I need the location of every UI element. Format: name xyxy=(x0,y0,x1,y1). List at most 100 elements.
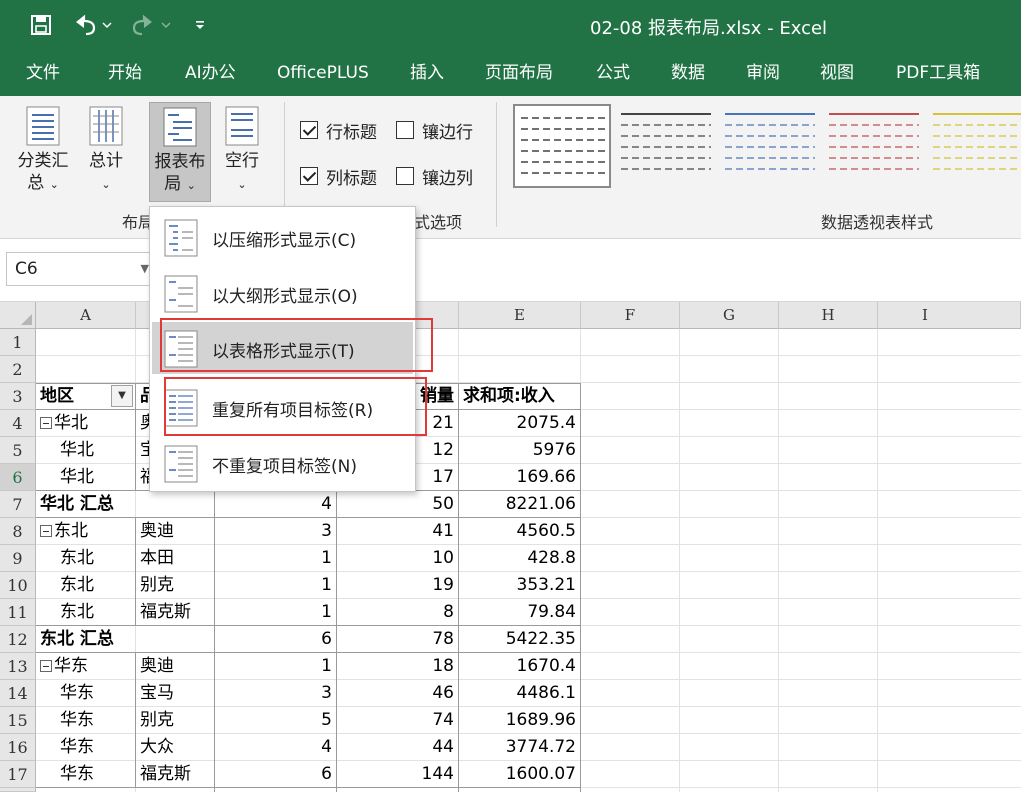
collapse-icon[interactable] xyxy=(40,417,52,429)
row-header-1[interactable]: 1 xyxy=(0,329,36,356)
table-cell[interactable]: 1670.4 xyxy=(459,653,580,680)
row-header-17[interactable]: 17 xyxy=(0,761,36,788)
table-cell[interactable]: 华东 xyxy=(56,761,135,788)
table-cell[interactable]: 奥 xyxy=(136,410,150,437)
row-header-4[interactable]: 4 xyxy=(0,410,36,437)
row-header-8[interactable]: 8 xyxy=(0,518,36,545)
table-cell[interactable]: 华北 xyxy=(36,410,135,437)
table-cell[interactable]: 5422.35 xyxy=(459,626,580,653)
table-cell[interactable]: 3 xyxy=(215,680,336,707)
table-cell[interactable]: 428.8 xyxy=(459,545,580,572)
table-cell[interactable]: 1 xyxy=(215,653,336,680)
row-header-13[interactable]: 13 xyxy=(0,653,36,680)
subtotal-label[interactable]: 华北 汇总 xyxy=(36,491,214,518)
tab-pdf-tools[interactable]: PDF工具箱 xyxy=(896,52,980,96)
tab-formulas[interactable]: 公式 xyxy=(596,52,630,96)
table-cell[interactable]: 东北 xyxy=(56,545,135,572)
blank-rows-button[interactable]: 空行 ⌄ xyxy=(218,102,266,202)
table-cell[interactable]: 奥迪 xyxy=(136,518,214,545)
column-header-g[interactable]: G xyxy=(680,302,779,329)
name-box[interactable]: C6 ▼ xyxy=(6,252,154,286)
table-cell[interactable]: 144 xyxy=(337,761,458,788)
table-cell[interactable]: 华东 xyxy=(56,680,135,707)
collapse-icon[interactable] xyxy=(40,525,52,537)
row-headers-checkbox[interactable]: 行标题 xyxy=(300,118,377,143)
table-cell[interactable]: 10 xyxy=(337,545,458,572)
table-cell[interactable]: 353.21 xyxy=(459,572,580,599)
row-header-18[interactable] xyxy=(0,788,36,792)
pivot-style-thumbnail[interactable] xyxy=(825,104,923,188)
pivot-style-thumbnail[interactable] xyxy=(617,104,715,188)
tab-home[interactable]: 开始 xyxy=(108,52,142,96)
tab-review[interactable]: 审阅 xyxy=(746,52,780,96)
table-cell[interactable]: 50 xyxy=(337,491,458,518)
banded-rows-checkbox[interactable]: 镶边行 xyxy=(396,118,473,143)
tab-data[interactable]: 数据 xyxy=(671,52,705,96)
pivot-header-revenue[interactable]: 求和项:收入 xyxy=(459,383,580,409)
table-cell[interactable]: 福克斯 xyxy=(136,599,214,626)
table-cell[interactable]: 1689.96 xyxy=(459,707,580,734)
table-cell[interactable]: 6 xyxy=(215,626,336,653)
row-header-12[interactable]: 12 xyxy=(0,626,36,653)
table-cell[interactable]: 79.84 xyxy=(459,599,580,626)
collapse-icon[interactable] xyxy=(40,660,52,672)
table-cell[interactable]: 78 xyxy=(337,626,458,653)
report-layout-button[interactable]: 报表布 局 ⌄ xyxy=(149,102,211,202)
column-header-h[interactable]: H xyxy=(779,302,878,329)
grand-totals-button[interactable]: 总计 ⌄ xyxy=(80,102,132,202)
subtotals-button[interactable]: 分类汇 总 ⌄ xyxy=(12,102,74,202)
table-cell[interactable]: 宝 xyxy=(136,437,150,464)
menu-item-no-repeat-labels[interactable]: 不重复项目标签(N) xyxy=(152,437,413,489)
table-cell[interactable]: 华北 xyxy=(56,437,135,464)
table-cell[interactable]: 41 xyxy=(337,518,458,545)
chevron-down-icon[interactable]: ▼ xyxy=(141,253,149,285)
table-cell[interactable]: 福克斯 xyxy=(136,761,214,788)
banded-columns-checkbox[interactable]: 镶边列 xyxy=(396,164,473,189)
column-headers-checkbox[interactable]: 列标题 xyxy=(300,164,377,189)
table-cell[interactable]: 东北 xyxy=(56,572,135,599)
table-cell[interactable]: 本田 xyxy=(136,545,214,572)
table-cell[interactable]: 华东 xyxy=(56,707,135,734)
table-cell[interactable]: 8221.06 xyxy=(459,491,580,518)
menu-item-compact-form[interactable]: 以压缩形式显示(C) xyxy=(152,211,413,263)
row-header-14[interactable]: 14 xyxy=(0,680,36,707)
table-cell[interactable]: 5976 xyxy=(459,437,580,464)
pivot-style-thumbnail[interactable] xyxy=(721,104,819,188)
tab-file[interactable]: 文件 xyxy=(26,52,60,96)
table-cell[interactable]: 4560.5 xyxy=(459,518,580,545)
column-header-i[interactable]: I xyxy=(878,302,1021,329)
table-cell[interactable]: 169.66 xyxy=(459,464,580,491)
subtotal-label[interactable]: 东北 汇总 xyxy=(36,626,214,653)
table-cell[interactable]: 4 xyxy=(215,491,336,518)
table-cell[interactable]: 3 xyxy=(215,518,336,545)
table-cell[interactable]: 1 xyxy=(215,572,336,599)
select-all-corner[interactable] xyxy=(0,302,36,329)
table-cell[interactable]: 奥迪 xyxy=(136,653,214,680)
tab-insert[interactable]: 插入 xyxy=(410,52,444,96)
table-cell[interactable]: 别克 xyxy=(136,572,214,599)
table-cell[interactable]: 5 xyxy=(215,707,336,734)
tab-officeplus[interactable]: OfficePLUS xyxy=(277,52,369,96)
row-header-6[interactable]: 6 xyxy=(0,464,36,491)
column-header-a[interactable]: A xyxy=(36,302,136,329)
row-header-5[interactable]: 5 xyxy=(0,437,36,464)
table-cell[interactable]: 1 xyxy=(215,545,336,572)
table-cell[interactable]: 6 xyxy=(215,761,336,788)
table-cell[interactable]: 19 xyxy=(337,572,458,599)
row-header-3[interactable]: 3 xyxy=(0,383,36,410)
table-cell[interactable]: 18 xyxy=(337,653,458,680)
table-cell[interactable]: 4 xyxy=(215,734,336,761)
filter-dropdown-icon[interactable]: ▼ xyxy=(111,385,133,407)
table-cell[interactable]: 1600.07 xyxy=(459,761,580,788)
table-cell[interactable]: 2075.4 xyxy=(459,410,580,437)
table-cell[interactable]: 东北 xyxy=(56,599,135,626)
tab-ai-office[interactable]: AI办公 xyxy=(185,52,236,96)
table-cell[interactable]: 1 xyxy=(215,599,336,626)
row-header-10[interactable]: 10 xyxy=(0,572,36,599)
menu-item-outline-form[interactable]: 以大纲形式显示(O) xyxy=(152,267,413,319)
tab-page-layout[interactable]: 页面布局 xyxy=(485,52,553,96)
column-header-e[interactable]: E xyxy=(459,302,581,329)
table-cell[interactable]: 46 xyxy=(337,680,458,707)
pivot-style-thumbnail[interactable] xyxy=(513,104,611,188)
row-header-16[interactable]: 16 xyxy=(0,734,36,761)
